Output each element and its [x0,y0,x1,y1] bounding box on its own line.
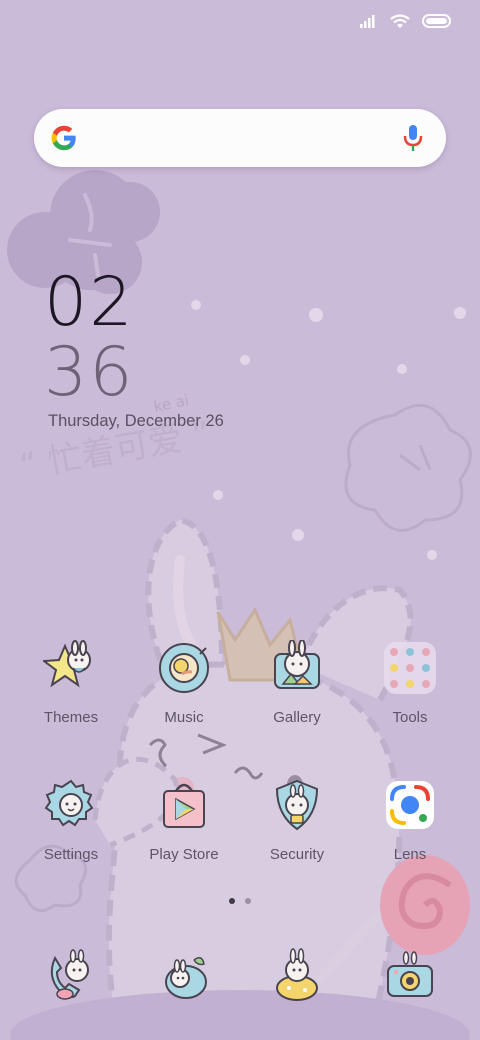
gallery-icon [269,640,325,696]
dock-phone[interactable] [16,948,126,1004]
app-lens[interactable]: Lens [355,777,465,863]
tools-folder-icon [382,640,438,696]
lens-icon [382,777,438,833]
page-dot-2[interactable] [245,898,251,904]
messages-icon [156,948,212,1004]
dock-browser[interactable] [242,948,352,1004]
app-label: Settings [43,846,99,863]
app-label: Lens [393,846,427,863]
app-security[interactable]: Security [242,777,352,863]
app-label: Tools [392,709,428,726]
page-dot-1[interactable] [229,898,235,904]
app-label: Gallery [273,709,321,726]
google-logo-icon [51,125,76,151]
app-label: Themes [43,709,99,726]
themes-icon [43,640,99,696]
google-search-bar[interactable] [34,109,446,167]
play-store-icon [156,777,212,833]
music-icon [156,640,212,696]
camera-icon [382,948,438,1004]
signal-icon [360,15,375,28]
status-bar [360,10,452,32]
app-play-store[interactable]: Play Store [129,777,239,863]
browser-icon [269,948,325,1004]
app-label: Play Store [149,846,219,863]
app-music[interactable]: Music [129,640,239,726]
app-label: Security [269,846,325,863]
app-settings[interactable]: Settings [16,777,126,863]
app-themes[interactable]: Themes [16,640,126,726]
app-label: Music [164,709,204,726]
phone-icon [43,948,99,1004]
clock-date: Thursday, December 26 [48,412,224,430]
microphone-icon[interactable] [402,123,424,153]
page-indicator[interactable] [0,898,480,904]
clock-minute: 36 [44,333,135,412]
clock-hour: 02 [44,263,135,342]
app-tools-folder[interactable]: Tools [355,640,465,726]
clock-widget[interactable]: 02 36 Thursday, December 26 [44,268,224,431]
dock-messages[interactable] [129,948,239,1004]
battery-icon [422,14,451,28]
dock-camera[interactable] [355,948,465,1004]
settings-icon [43,777,99,833]
wifi-icon [390,13,410,28]
security-icon [269,777,325,833]
app-gallery[interactable]: Gallery [242,640,352,726]
